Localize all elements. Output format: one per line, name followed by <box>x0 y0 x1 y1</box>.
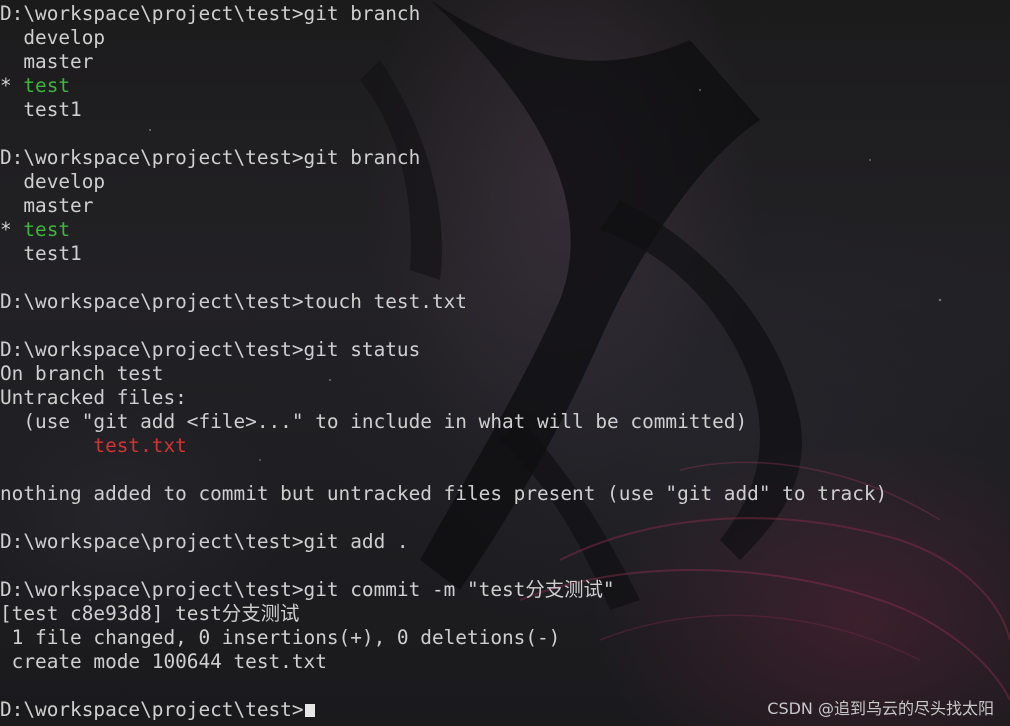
line-text: test <box>23 74 71 97</box>
terminal-line: On branch test <box>0 362 1010 386</box>
terminal-line: Untracked files: <box>0 386 1010 410</box>
terminal-line: test.txt <box>0 434 1010 458</box>
terminal-line: master <box>0 194 1010 218</box>
line-text: 1 file changed, 0 insertions(+), 0 delet… <box>0 626 561 649</box>
terminal-line: [test c8e93d8] test分支测试 <box>0 602 1010 626</box>
terminal-line: D:\workspace\project\test>git branch <box>0 2 1010 26</box>
terminal-line: * test <box>0 74 1010 98</box>
line-text: test1 <box>0 242 82 265</box>
line-text: D:\workspace\project\test> <box>0 698 304 721</box>
line-text: test1 <box>0 98 82 121</box>
line-text: (use "git add <file>..." to include in w… <box>0 410 748 433</box>
terminal-line: * test <box>0 218 1010 242</box>
line-text: develop <box>0 26 106 49</box>
terminal-line: D:\workspace\project\test>git status <box>0 338 1010 362</box>
line-text: nothing added to commit but untracked fi… <box>0 482 888 505</box>
text-cursor <box>304 704 315 717</box>
terminal-line: D:\workspace\project\test>git commit -m … <box>0 578 1010 602</box>
line-prefix: * <box>0 74 24 97</box>
terminal-line: create mode 100644 test.txt <box>0 650 1010 674</box>
watermark: CSDN @追到乌云的尽头找太阳 <box>767 699 994 718</box>
terminal-line: master <box>0 50 1010 74</box>
terminal-line: develop <box>0 170 1010 194</box>
line-prefix: * <box>0 218 24 241</box>
line-text: develop <box>0 170 106 193</box>
terminal-line: test1 <box>0 242 1010 266</box>
line-text: D:\workspace\project\test>git branch <box>0 2 421 25</box>
line-text: D:\workspace\project\test>git branch <box>0 146 421 169</box>
line-text: D:\workspace\project\test>git commit -m … <box>0 578 615 601</box>
line-text: D:\workspace\project\test>git status <box>0 338 421 361</box>
line-text: Untracked files: <box>0 386 187 409</box>
terminal-line: nothing added to commit but untracked fi… <box>0 482 1010 506</box>
terminal-line: (use "git add <file>..." to include in w… <box>0 410 1010 434</box>
terminal-line: test1 <box>0 98 1010 122</box>
terminal-line: D:\workspace\project\test>touch test.txt <box>0 290 1010 314</box>
line-text: master <box>0 194 94 217</box>
terminal-line: D:\workspace\project\test>git add . <box>0 530 1010 554</box>
terminal-line: develop <box>0 26 1010 50</box>
line-prefix <box>0 434 93 457</box>
line-text: test <box>23 218 71 241</box>
line-text: D:\workspace\project\test>touch test.txt <box>0 290 467 313</box>
line-text: D:\workspace\project\test>git add . <box>0 530 409 553</box>
line-text: test.txt <box>93 434 187 457</box>
terminal-line: D:\workspace\project\test>git branch <box>0 146 1010 170</box>
line-text: create mode 100644 test.txt <box>0 650 327 673</box>
terminal-line: 1 file changed, 0 insertions(+), 0 delet… <box>0 626 1010 650</box>
line-text: master <box>0 50 94 73</box>
line-text: [test c8e93d8] test分支测试 <box>0 602 300 625</box>
line-text: On branch test <box>0 362 164 385</box>
terminal-output[interactable]: D:\workspace\project\test>git branch dev… <box>0 2 1010 722</box>
